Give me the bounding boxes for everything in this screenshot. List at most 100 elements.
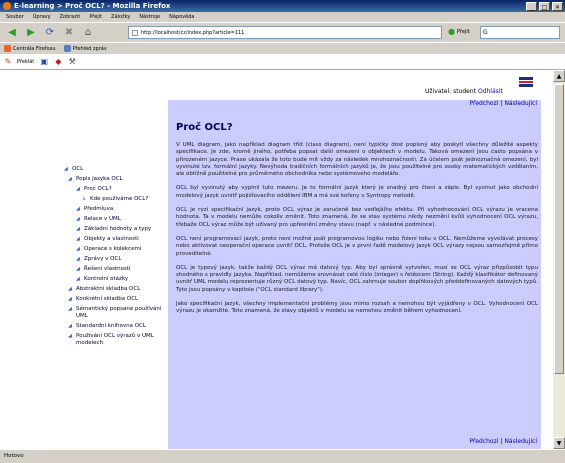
sidebar-item[interactable]: ◢ Objekty a vlastnosti [60,236,168,243]
go-button[interactable]: ● Přejít [448,27,470,36]
sidebar-item[interactable]: ◢ Zprávy v OCL [60,256,168,263]
minimize-button[interactable]: _ [526,1,537,11]
translate-icon[interactable]: ✎ [3,57,13,67]
bookmark-news-feed[interactable]: Přehled zpráv [63,45,107,52]
sidebar-item[interactable]: ◢ Relace v UML [60,216,168,223]
firefox-bookmark-icon [4,45,11,52]
sidebar-item-label: Sémantický popsané používání UML [76,306,162,319]
tree-node-icon: ◢ [68,286,72,292]
sidebar-item[interactable]: ◢ Sémantický popsané používání UML [60,306,168,320]
sidebar-item-label: Konkrétní skladba OCL [76,296,139,302]
tree-node-icon: ◢ [64,166,68,172]
go-arrow-icon: ● [448,27,455,36]
menu-zalozky[interactable]: Záložky [111,14,130,20]
back-arrow-icon[interactable]: ◀ [4,26,20,40]
user-header: Uživatel: student Odhlásit [0,70,553,100]
tool-icon[interactable]: ⚒ [67,57,77,67]
logout-link[interactable]: Odhlásit [478,88,503,95]
sidebar-item[interactable]: ◢ Standardní knihovna OCL [60,323,168,330]
search-input[interactable]: G [480,26,560,39]
window-title: E-learning > Proč OCL? - Mozilla Firefox [14,2,171,10]
url-text: http://localhost/cz/index.php?article=11… [141,29,245,36]
sidebar-item-label: OCL [72,166,84,172]
next-link[interactable]: Následující [504,438,537,445]
sidebar-item-label: Předmluva [84,206,114,212]
menu-soubor[interactable]: Soubor [6,14,24,20]
tree-node-icon: ◢ [76,206,80,212]
close-button[interactable]: ✕ [552,1,563,11]
scroll-up-arrow-icon[interactable]: ▲ [553,70,565,82]
tree-node-icon: ◢ [76,186,80,192]
sidebar-item[interactable]: ◢ OCL [60,166,168,173]
article-paragraph: Jako specifikační jazyk, všechny impleme… [176,301,538,315]
sidebar-item[interactable]: ◢ Proč OCL? [60,186,168,193]
go-label: Přejít [456,28,470,35]
article-paragraph: OCL je ryzí specifikační jazyk, proto OC… [176,207,538,228]
sidebar-item[interactable]: ◢ Základní hodnoty a typy [60,226,168,233]
tree-node-icon: ◢ [76,236,80,242]
page-content: Uživatel: student Odhlásit ◢ OCL ◢ Popis ja… [0,70,553,449]
bookmarks-toolbar: Centrála Firefoxu Přehled zpráv [0,42,565,54]
article-title: Proč OCL? [176,122,233,133]
navigation-toolbar: ◀ ▶ ⟳ ✖ ⌂ http://localhost/cz/index.php?… [0,22,565,42]
home-icon[interactable]: ⌂ [80,26,96,40]
extension-toolbar: ✎ Překlát ▣ ◆ ⚒ [0,54,565,70]
sidebar-item[interactable]: ◢ Řešení vlastností [60,266,168,273]
reload-icon[interactable]: ⟳ [42,26,58,40]
prev-link[interactable]: Předchozí [469,438,498,445]
menu-upravy[interactable]: Úpravy [33,14,51,20]
scroll-thumb[interactable] [554,84,564,374]
article-paragraph: OCL je typový jazyk, takže každý OCL výr… [176,264,538,293]
tree-node-icon: ◢ [68,333,72,339]
bookmark-label: Centrála Firefoxu [13,45,56,52]
menu-nastroje[interactable]: Nástroje [139,14,160,20]
maximize-button[interactable]: □ [539,1,550,11]
sidebar-item[interactable]: ◢ Konkrétní skladba OCL [60,296,168,303]
status-bar: Hotovo [0,449,565,463]
article-paragraph: OCL není programovací jazyk, proto není … [176,235,538,257]
forward-arrow-icon[interactable]: ▶ [23,26,39,40]
sidebar-item[interactable]: ◢ Popis jazyka OCL [60,176,168,183]
menu-bar: Soubor Úpravy Zobrazit Přejít Záložky Ná… [0,12,565,22]
tree-node-icon: ◢ [68,296,72,302]
shield-icon[interactable]: ◆ [53,57,63,67]
tree-node-icon: ◢ [76,256,80,262]
pager-top: Předchozí | Následující [469,100,537,107]
vertical-scrollbar[interactable]: ▲ ▼ [553,70,565,449]
sidebar-item[interactable]: ◢ Kontrolní otázky [60,276,168,283]
article-body: V UML diagram, jako například diagram tř… [176,142,538,323]
firefox-icon [3,2,11,10]
sidebar-item[interactable]: ◢ Předmluva [60,206,168,213]
menu-zobrazit[interactable]: Zobrazit [60,14,81,20]
tree-node-icon: ◢ [76,226,80,232]
sub-arrow-icon: ↳ [82,196,87,202]
sidebar-item[interactable]: ◢ Používání OCL výrazů v UML modelech [60,333,168,347]
tree-node-icon: ◢ [76,246,80,252]
english-flag-icon[interactable] [519,77,533,87]
tree-node-icon: ◢ [68,306,72,312]
sidebar-item-label: Kde používáme OCL? [90,196,149,202]
sidebar-item[interactable]: ◢ Operace s kolekcemi [60,246,168,253]
sidebar-item-label: Popis jazyka OCL [76,176,123,182]
tree-node-icon: ◢ [76,266,80,272]
next-link[interactable]: Následující [504,100,537,107]
bookmark-label: Přehled zpráv [72,45,107,52]
sidebar-item[interactable]: ◢ Abstraktní skladba OCL [60,286,168,293]
stop-icon[interactable]: ✖ [61,26,77,40]
tree-node-icon: ◢ [76,276,80,282]
sidebar-item-label: Proč OCL? [84,186,112,192]
user-info: Uživatel: student Odhlásit [425,88,503,95]
rss-feed-icon [63,45,71,52]
sidebar-item[interactable]: ↳ Kde používáme OCL? [60,196,168,203]
scroll-down-arrow-icon[interactable]: ▼ [553,437,565,449]
translate-label[interactable]: Překlát [17,59,34,65]
pager-bottom: Předchozí | Následující [469,438,537,445]
window-icon[interactable]: ▣ [39,57,49,67]
menu-prejit[interactable]: Přejít [89,14,102,20]
prev-link[interactable]: Předchozí [469,100,498,107]
article-paragraph: V UML diagram, jako například diagram tř… [176,142,538,178]
bookmark-firefox-central[interactable]: Centrála Firefoxu [4,45,56,52]
url-input[interactable]: http://localhost/cz/index.php?article=11… [128,26,442,39]
sidebar-item-label: Základní hodnoty a typy [84,226,152,232]
menu-napoveda[interactable]: Nápověda [169,14,194,20]
